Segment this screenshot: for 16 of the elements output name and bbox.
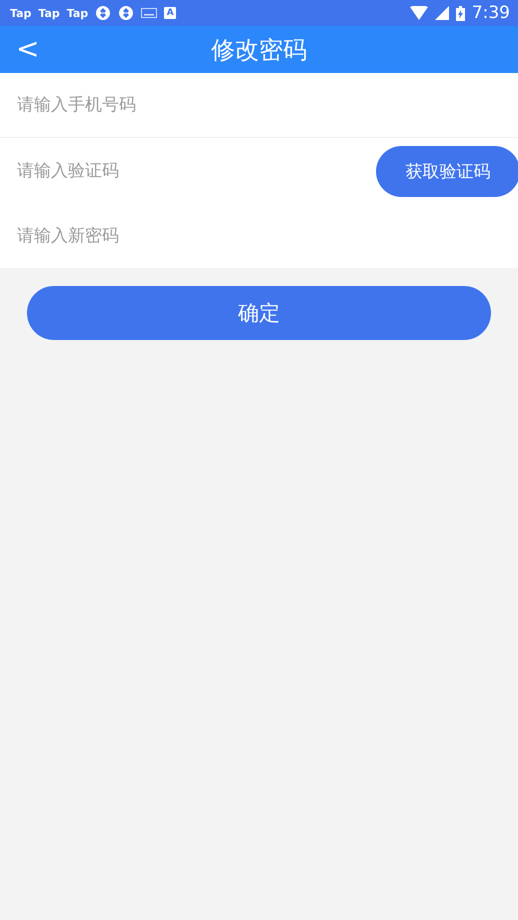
wifi-icon (410, 6, 428, 20)
back-button[interactable]: < (12, 34, 44, 64)
code-field[interactable]: 请输入验证码 获取验证码 (0, 138, 518, 204)
confirm-button[interactable]: 确定 (27, 286, 491, 340)
notification-badge: A (164, 7, 176, 19)
notification-label: Tap (10, 6, 32, 20)
clock-time: 7:39 (472, 3, 510, 23)
page-title: 修改密码 (211, 34, 307, 66)
input-field[interactable]: 请输入新密码 (0, 204, 518, 268)
notification-label: Tap (66, 6, 88, 20)
keyboard-icon (141, 8, 158, 18)
notification-label: Tap (38, 6, 60, 20)
input-field[interactable]: 请输入手机号码 (0, 73, 518, 137)
get-code-button[interactable]: 获取验证码 (376, 146, 518, 196)
signal-icon (434, 6, 449, 20)
battery-icon (456, 6, 465, 20)
